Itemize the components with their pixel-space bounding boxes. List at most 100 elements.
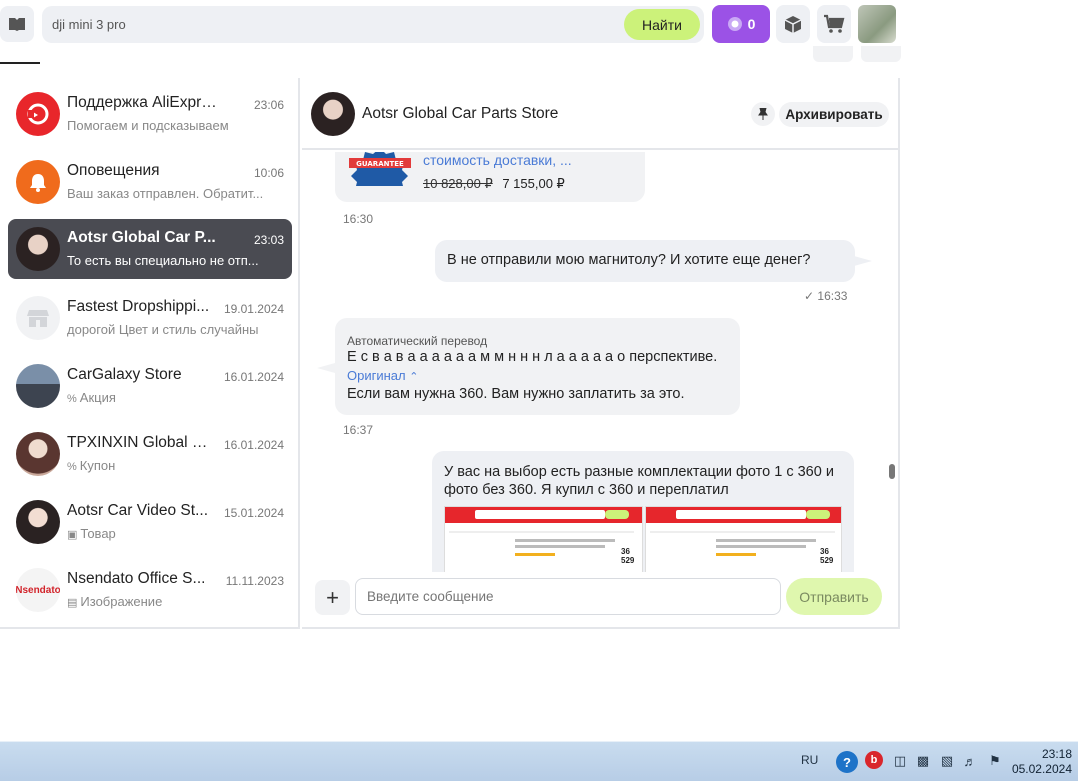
box-icon [784, 16, 802, 33]
book-icon [9, 18, 25, 31]
archive-button[interactable]: Архивировать [779, 102, 889, 127]
search-input[interactable] [52, 6, 612, 43]
language-indicator[interactable]: RU [801, 753, 818, 767]
message-time: ✓ 16:33 [804, 289, 847, 303]
chat-name: Fastest Dropshippi... [67, 298, 210, 315]
chat-time: 23:06 [253, 98, 284, 112]
chat-header: Aotsr Global Car Parts Store Архивироват… [302, 78, 900, 150]
percent-icon: % [67, 461, 77, 473]
chat-item[interactable]: TPXINXIN Global St... 16.01.2024 % Купон [8, 424, 292, 484]
coins-button[interactable]: 0 [712, 5, 770, 43]
guarantee-badge-text: GUARANTEE [356, 160, 404, 168]
catalog-button[interactable] [0, 6, 34, 42]
clock-time: 23:18 [1041, 747, 1072, 761]
cart-button[interactable] [817, 5, 851, 43]
chat-preview-text: Акция [79, 390, 116, 405]
image-icon: ▤ [67, 597, 78, 609]
chat-item[interactable]: Fastest Dropshippi... 19.01.2024 дорогой… [8, 288, 292, 348]
plus-icon: + [326, 584, 339, 610]
chat-item[interactable]: Nsendato Nsendato Office S... 11.11.2023… [8, 560, 292, 620]
attached-image[interactable]: 36 529 [645, 506, 842, 572]
chat-preview: Помогаем и подсказываем [67, 118, 229, 133]
coin-icon [727, 17, 742, 31]
header-button[interactable] [861, 46, 901, 62]
clock[interactable]: 23:18 05.02.2024 [1012, 747, 1072, 777]
product-card[interactable]: GUARANTEE стоимость доставки, ... 10 828… [335, 152, 645, 202]
clock-date: 05.02.2024 [1011, 762, 1072, 776]
attached-image[interactable]: 36 529 [444, 506, 643, 572]
original-toggle-label: Оригинал [347, 368, 406, 383]
screenshot-price: 36 529 [820, 547, 834, 565]
chat-avatar: Nsendato [16, 568, 60, 612]
chat-time: 11.11.2023 [225, 574, 284, 588]
percent-icon: % [67, 393, 77, 405]
chat-preview-text: Изображение [80, 594, 163, 609]
scrollbar-thumb[interactable] [889, 464, 895, 479]
message-outgoing: У вас на выбор есть разные комплектации … [432, 451, 854, 572]
chat-preview: То есть вы специально не отп... [67, 253, 259, 268]
chat-time: 10:06 [253, 166, 284, 180]
screenshot-line [650, 531, 835, 533]
nsendato-logo: Nsendato [16, 584, 60, 596]
pin-button[interactable] [751, 102, 775, 126]
device-icon[interactable]: ▩ [913, 751, 933, 771]
bubble-tail [854, 256, 872, 266]
orders-button[interactable] [776, 5, 810, 43]
screenshot-line [515, 539, 615, 542]
flag-icon[interactable]: ⚑ [985, 751, 1005, 771]
bubble-tail [317, 363, 335, 373]
chat-preview-text: Товар [80, 526, 116, 541]
message-input[interactable] [355, 578, 781, 615]
network-icon[interactable]: ▧ [937, 751, 957, 771]
chat-name: Поддержка AliExpress [67, 94, 217, 111]
message-outgoing: В не отправили мою магнитолу? И хотите е… [435, 240, 855, 282]
message-text: Если вам нужна 360. Вам нужно заплатить … [347, 386, 685, 402]
chat-time: 19.01.2024 [223, 302, 284, 316]
product-link[interactable]: стоимость доставки, ... [423, 152, 572, 168]
chat-item[interactable]: CarGalaxy Store 16.01.2024 % Акция [8, 356, 292, 416]
chat-preview: Ваш заказ отправлен. Обратит... [67, 186, 264, 201]
chat-item-active[interactable]: Aotsr Global Car P... 23:03 То есть вы с… [8, 219, 292, 279]
chat-list: Поддержка AliExpress 23:06 Помогаем и по… [0, 78, 300, 629]
chat-avatar [16, 227, 60, 271]
store-name[interactable]: Aotsr Global Car Parts Store [362, 105, 558, 123]
chat-avatar [16, 432, 60, 476]
monitor-icon[interactable]: ◫ [890, 751, 910, 771]
profile-avatar[interactable] [858, 5, 896, 43]
screenshot-search [475, 510, 605, 519]
screenshot-price: 36 529 [621, 547, 635, 565]
read-check-icon: ✓ [804, 289, 818, 303]
help-icon[interactable]: ? [836, 751, 858, 773]
screenshot-button [605, 510, 629, 519]
taskbar: RU ? b ◫ ▩ ▧ ♬ ⚑ 23:18 05.02.2024 [0, 741, 1078, 781]
chat-item[interactable]: Поддержка AliExpress 23:06 Помогаем и по… [8, 84, 292, 144]
send-button[interactable]: Отправить [786, 578, 882, 615]
screenshot-button [806, 510, 830, 519]
chat-preview-text: Купон [79, 458, 116, 473]
attach-button[interactable]: + [315, 580, 350, 615]
top-bar: Найти 0 [0, 0, 905, 48]
volume-icon[interactable]: ♬ [960, 751, 980, 771]
bell-icon [16, 160, 60, 204]
message-list: GUARANTEE стоимость доставки, ... 10 828… [302, 152, 900, 572]
store-avatar[interactable] [311, 92, 355, 136]
beats-icon[interactable]: b [865, 751, 883, 769]
chat-time: 16.01.2024 [223, 370, 284, 384]
chat-item[interactable]: Aotsr Car Video St... 15.01.2024 ▣ Товар [8, 492, 292, 552]
chat-item[interactable]: Оповещения 10:06 Ваш заказ отправлен. Об… [8, 152, 292, 212]
original-toggle[interactable]: Оригинал ⌃ [347, 368, 418, 383]
composer: + Отправить [302, 572, 900, 629]
search-button[interactable]: Найти [624, 9, 700, 40]
chat-name: Оповещения [67, 162, 160, 179]
chat-preview: дорогой Цвет и стиль случайны [67, 322, 259, 337]
message-incoming: Автоматический перевод Е с в а в а а а а… [335, 318, 740, 415]
chat-avatar [16, 500, 60, 544]
product-prices: 10 828,00 ₽ 7 155,00 ₽ [423, 176, 565, 192]
chat-preview: ▤ Изображение [67, 594, 282, 609]
pin-icon [758, 108, 768, 120]
chat-name: Nsendato Office S... [67, 570, 206, 587]
message-time: 16:30 [343, 212, 374, 226]
chat-time: 16.01.2024 [223, 438, 284, 452]
chat-name: Aotsr Global Car P... [67, 229, 216, 246]
header-button[interactable] [813, 46, 853, 62]
